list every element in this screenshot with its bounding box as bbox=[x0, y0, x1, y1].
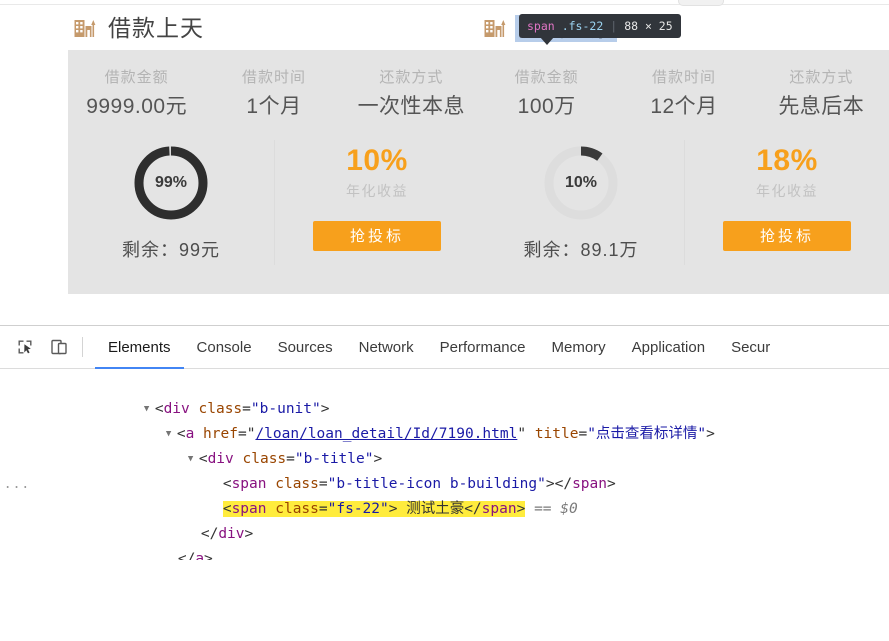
loan-meta-amount: 借款金额 100万 bbox=[478, 68, 615, 120]
b-unit-right: 测试土豪 借款金额 100万 借款时间 12个月 还款方式 bbox=[478, 10, 889, 294]
dom-tree[interactable]: ▼ <div class="b-unit"> ▼ <a href="/loan/lo… bbox=[0, 370, 889, 560]
tab-security[interactable]: Secur bbox=[718, 326, 783, 369]
device-toolbar-icon[interactable] bbox=[42, 330, 76, 364]
annual-rate: 10% bbox=[346, 144, 408, 177]
browser-tab-stub bbox=[678, 0, 724, 6]
progress-donut: 10% bbox=[542, 144, 620, 222]
meta-label-duration: 借款时间 bbox=[651, 69, 716, 86]
dom-line[interactable]: ▼ <div class="b-unit"> bbox=[0, 372, 889, 417]
tab-memory[interactable]: Memory bbox=[539, 326, 619, 369]
annual-rate: 18% bbox=[756, 144, 818, 177]
b-title[interactable]: 借款上天 bbox=[68, 10, 480, 46]
meta-value-repayment: 先息后本 bbox=[778, 95, 865, 118]
tab-performance[interactable]: Performance bbox=[427, 326, 539, 369]
rate-section: 18% 年化收益 抢投标 bbox=[684, 144, 889, 284]
meta-value-amount: 100万 bbox=[517, 95, 576, 118]
dom-line[interactable]: ▼ <a href="/loan/loan_detail/Id/7190.html… bbox=[0, 397, 889, 442]
meta-value-duration: 1个月 bbox=[246, 95, 302, 118]
loan-meta-row: 借款金额 100万 借款时间 12个月 还款方式 先息后本 bbox=[478, 68, 889, 120]
building-icon bbox=[74, 18, 96, 39]
b-body: 借款金额 100万 借款时间 12个月 还款方式 先息后本 10% 剩余：89.… bbox=[478, 50, 889, 294]
annual-rate-label: 年化收益 bbox=[756, 183, 818, 199]
loan-meta-row: 借款金额 9999.00元 借款时间 1个月 还款方式 一次性本息 bbox=[68, 68, 480, 120]
devtools-toolbar: Elements Console Sources Network Perform… bbox=[0, 326, 889, 369]
b-body-lower: 99% 剩余：99元 10% 年化收益 抢投标 bbox=[68, 140, 480, 284]
progress-section: 10% 剩余：89.1万 bbox=[478, 144, 684, 284]
dom-line[interactable]: </a> bbox=[0, 522, 889, 560]
tooltip-class-name: .fs-22 bbox=[561, 19, 604, 33]
loan-meta-repayment: 还款方式 一次性本息 bbox=[343, 68, 480, 120]
b-body-lower: 10% 剩余：89.1万 18% 年化收益 抢投标 bbox=[478, 140, 889, 284]
meta-value-repayment: 一次性本息 bbox=[357, 95, 466, 118]
building-icon bbox=[484, 18, 506, 39]
bid-button[interactable]: 抢投标 bbox=[723, 221, 851, 251]
devtools-panel: Elements Console Sources Network Perform… bbox=[0, 325, 889, 641]
screenshot-root: 借款上天 借款金额 9999.00元 借款时间 1个月 还款方式 一次性本息 9… bbox=[0, 0, 889, 641]
meta-label-repayment: 还款方式 bbox=[789, 69, 854, 86]
inspect-element-icon[interactable] bbox=[8, 330, 42, 364]
tab-sources[interactable]: Sources bbox=[265, 326, 346, 369]
b-unit-list: 借款上天 借款金额 9999.00元 借款时间 1个月 还款方式 一次性本息 9… bbox=[0, 10, 889, 325]
dom-line[interactable]: ▼ <div class="b-title"> bbox=[0, 422, 889, 467]
loan-meta-repayment: 还款方式 先息后本 bbox=[753, 68, 889, 120]
hidden-nodes-ellipsis[interactable]: ... bbox=[4, 478, 29, 491]
tab-network[interactable]: Network bbox=[346, 326, 427, 369]
meta-value-duration: 12个月 bbox=[650, 95, 718, 118]
dom-line[interactable]: </div> bbox=[0, 497, 889, 542]
toolbar-divider bbox=[82, 337, 83, 357]
rendered-web-page: 借款上天 借款金额 9999.00元 借款时间 1个月 还款方式 一次性本息 9… bbox=[0, 0, 889, 325]
dom-line-selected[interactable]: ... <span class="fs-22"> 测试土豪</span> == $… bbox=[0, 472, 889, 517]
annual-rate-label: 年化收益 bbox=[346, 183, 408, 199]
b-unit-title[interactable]: 借款上天 bbox=[105, 15, 207, 42]
remaining-amount: 剩余：99元 bbox=[121, 240, 221, 260]
loan-meta-duration: 借款时间 1个月 bbox=[205, 68, 342, 120]
tooltip-separator: | bbox=[610, 19, 618, 33]
meta-label-duration: 借款时间 bbox=[241, 69, 306, 86]
bid-button[interactable]: 抢投标 bbox=[313, 221, 441, 251]
tab-console[interactable]: Console bbox=[184, 326, 265, 369]
tooltip-dimensions: 88 × 25 bbox=[624, 19, 673, 33]
tooltip-tag-name: span bbox=[527, 19, 555, 33]
loan-meta-amount: 借款金额 9999.00元 bbox=[68, 68, 205, 120]
loan-meta-duration: 借款时间 12个月 bbox=[615, 68, 752, 120]
browser-viewport-top-edge bbox=[0, 0, 889, 5]
progress-percent-text: 99% bbox=[154, 174, 188, 191]
progress-percent-text: 10% bbox=[564, 174, 598, 191]
tooltip-arrow-icon bbox=[540, 37, 554, 45]
tab-elements[interactable]: Elements bbox=[95, 326, 184, 369]
inspector-size-tooltip: span .fs-22 | 88 × 25 bbox=[519, 14, 681, 38]
devtools-tabs: Elements Console Sources Network Perform… bbox=[95, 326, 783, 369]
dom-line[interactable]: ▶<div class="b-body clearfix">…</div> bbox=[0, 547, 889, 560]
meta-label-amount: 借款金额 bbox=[514, 69, 579, 86]
progress-section: 99% 剩余：99元 bbox=[68, 144, 274, 284]
b-unit-left: 借款上天 借款金额 9999.00元 借款时间 1个月 还款方式 一次性本息 9… bbox=[68, 10, 480, 294]
meta-label-repayment: 还款方式 bbox=[379, 69, 444, 86]
b-body: 借款金额 9999.00元 借款时间 1个月 还款方式 一次性本息 99% 剩余… bbox=[68, 50, 480, 294]
progress-donut: 99% bbox=[132, 144, 210, 222]
meta-value-amount: 9999.00元 bbox=[86, 95, 188, 118]
rate-section: 10% 年化收益 抢投标 bbox=[274, 144, 480, 284]
remaining-amount: 剩余：89.1万 bbox=[523, 240, 639, 260]
dom-line[interactable]: <span class="b-title-icon b-building"></… bbox=[0, 447, 889, 492]
tab-application[interactable]: Application bbox=[619, 326, 718, 369]
meta-label-amount: 借款金额 bbox=[104, 69, 169, 86]
